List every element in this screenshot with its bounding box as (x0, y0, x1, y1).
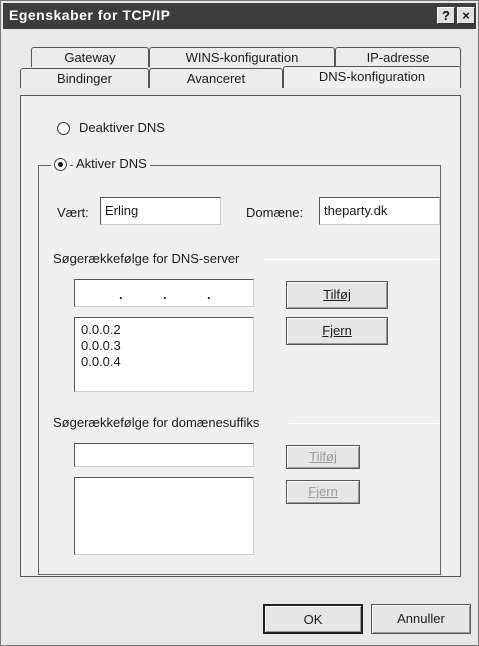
tcpip-properties-dialog: Egenskaber for TCP/IP ? × Gateway WINS-k… (0, 0, 479, 646)
remove-dns-server-label: Fjern (322, 323, 352, 338)
list-item[interactable]: 0.0.0.4 (81, 354, 121, 369)
title-bar: Egenskaber for TCP/IP ? × (3, 3, 476, 29)
dns-server-order-heading: Søgerækkefølge for DNS-server (53, 251, 244, 266)
domain-input[interactable]: theparty.dk (319, 197, 440, 225)
tab-gateway[interactable]: Gateway (31, 47, 149, 67)
tab-ip-address[interactable]: IP-adresse (335, 47, 461, 67)
tab-advanced[interactable]: Avanceret (149, 68, 283, 88)
remove-domain-suffix-button[interactable]: Fjern (286, 480, 360, 504)
tab-wins-configuration[interactable]: WINS-konfiguration (149, 47, 335, 67)
domain-suffix-list[interactable] (74, 477, 254, 555)
dns-server-list[interactable]: 0.0.0.2 0.0.0.3 0.0.0.4 (74, 317, 254, 392)
ip-separator: . (207, 287, 211, 302)
window-title: Egenskaber for TCP/IP (9, 7, 171, 23)
add-dns-server-button[interactable]: Tilføj (286, 281, 388, 309)
add-domain-suffix-button[interactable]: Tilføj (286, 445, 360, 469)
disable-dns-label[interactable]: Deaktiver DNS (79, 120, 165, 135)
add-domain-suffix-label: Tilføj (309, 449, 337, 464)
cancel-button[interactable]: Annuller (371, 604, 471, 634)
dns-server-order-rule (263, 259, 439, 260)
ip-separator: . (163, 287, 167, 302)
domain-label: Domæne: (246, 205, 304, 220)
host-label: Vært: (57, 205, 89, 220)
list-item[interactable]: 0.0.0.3 (81, 338, 121, 353)
disable-dns-radio[interactable] (57, 122, 70, 135)
enable-dns-label[interactable]: Aktiver DNS (73, 156, 150, 171)
tab-bindings[interactable]: Bindinger (20, 68, 149, 88)
dns-server-ip-input[interactable]: . . . (74, 279, 254, 307)
close-button[interactable]: × (457, 7, 475, 24)
domain-suffix-input[interactable] (74, 443, 254, 467)
enable-dns-radio[interactable] (51, 155, 70, 174)
help-button[interactable]: ? (437, 7, 455, 24)
domain-suffix-order-heading: Søgerækkefølge for domænesuffiks (53, 415, 264, 430)
add-dns-server-label: Tilføj (323, 287, 351, 302)
domain-suffix-order-rule (289, 423, 439, 424)
remove-domain-suffix-label: Fjern (308, 484, 338, 499)
list-item[interactable]: 0.0.0.2 (81, 322, 121, 337)
remove-dns-server-button[interactable]: Fjern (286, 317, 388, 345)
host-input[interactable]: Erling (100, 197, 221, 225)
ip-separator: . (119, 287, 123, 302)
tab-dns-configuration[interactable]: DNS-konfiguration (283, 66, 461, 88)
ok-button[interactable]: OK (263, 604, 363, 634)
